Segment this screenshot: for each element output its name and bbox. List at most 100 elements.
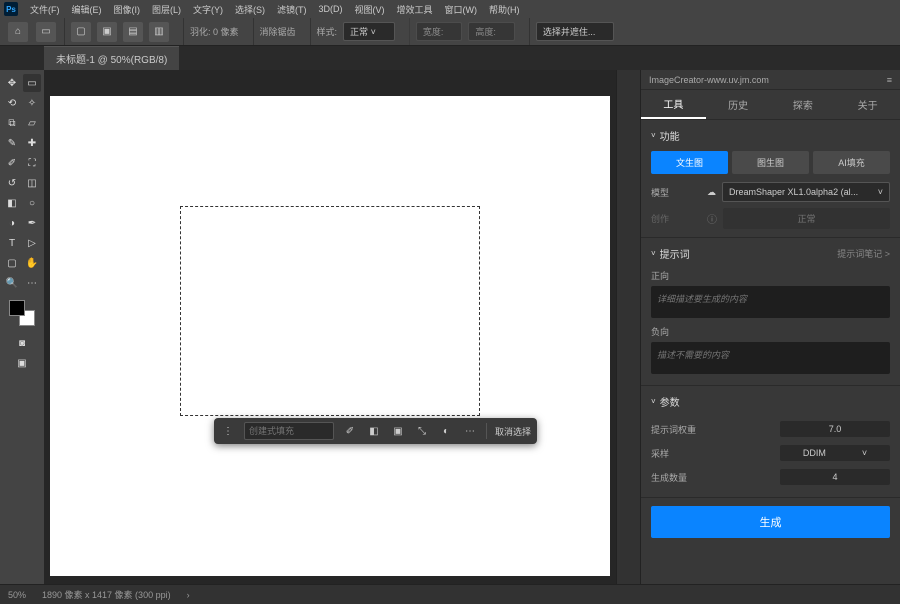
adjust-icon[interactable]: ◧ [366,423,382,439]
home-icon[interactable]: ⌂ [8,22,28,42]
menu-type[interactable]: 文字(Y) [193,3,223,16]
eraser-icon[interactable]: ◫ [23,174,41,192]
app-icon: Ps [4,2,18,16]
invert-icon[interactable]: ◐ [438,423,454,439]
stamp-icon[interactable]: ⛶ [23,154,41,172]
history-icon[interactable]: ↺ [3,174,21,192]
brush-icon[interactable]: ✐ [3,154,21,172]
sel-new-icon[interactable]: ▢ [71,22,91,42]
count-value[interactable]: 4 [780,469,890,485]
tab-tools[interactable]: 工具 [641,90,706,119]
style-select[interactable]: 正常 ˅ [343,22,395,41]
menu-view[interactable]: 视图(V) [355,3,385,16]
menu-filter[interactable]: 滤镜(T) [277,3,307,16]
move-tool-icon[interactable]: ✥ [3,74,21,92]
mode-txt2img[interactable]: 文生图 [651,151,728,174]
document-tabs: 未标题-1 @ 50%(RGB/8) [0,46,900,70]
panel-title: ImageCreator-www.uv.jm.com [649,75,769,85]
select-mask-button[interactable]: 选择并遮住... [536,22,615,41]
sel-int-icon[interactable]: ▥ [149,22,169,42]
menu-select[interactable]: 选择(S) [235,3,265,16]
menubar: Ps 文件(F) 编辑(E) 图像(I) 图层(L) 文字(Y) 选择(S) 滤… [0,0,900,18]
fill-icon[interactable]: ▣ [390,423,406,439]
status-bar: 50% 1890 像素 x 1417 像素 (300 ppi) › [0,584,900,604]
more-icon[interactable]: ⋯ [462,423,478,439]
gradient-icon[interactable]: ◧ [3,194,21,212]
wand-icon[interactable]: ✧ [23,94,41,112]
menu-help[interactable]: 帮助(H) [489,3,520,16]
panel-menu-icon[interactable]: ≡ [887,75,892,85]
tools-panel: ✥▭ ⟲✧ ⧉▱ ✎✚ ✐⛶ ↺◫ ◧○ ◑✒ T▷ ▢✋ 🔍⋯ ◙ ▣ [0,70,44,584]
zoom-icon[interactable]: 🔍 [3,274,21,292]
cfg-label: 提示词权重 [651,423,696,436]
marquee-tool-icon[interactable]: ▭ [36,22,56,42]
negative-prompt[interactable] [651,342,890,374]
lasso-icon[interactable]: ⟲ [3,94,21,112]
color-swatches[interactable] [9,300,35,326]
pen-icon[interactable]: ✒ [23,214,41,232]
menu-edit[interactable]: 编辑(E) [72,3,102,16]
prompt-notes-link[interactable]: 提示词笔记 > [837,247,890,260]
negative-label: 负向 [651,325,890,338]
frame-icon[interactable]: ▱ [23,114,41,132]
zoom-level[interactable]: 50% [8,590,26,600]
shape-icon[interactable]: ▢ [3,254,21,272]
model-select[interactable]: DreamShaper XL1.0alpha2 (al...˅ [722,182,890,202]
info-icon: ⓘ [707,211,717,226]
marquee-icon[interactable]: ▭ [23,74,41,92]
hand-icon[interactable]: ✋ [23,254,41,272]
type-icon[interactable]: T [3,234,21,252]
collapsed-panels[interactable] [616,70,640,584]
quickmask-icon[interactable]: ◙ [13,334,31,352]
positive-label: 正向 [651,269,890,282]
sel-add-icon[interactable]: ▣ [97,22,117,42]
grip-icon[interactable]: ⋮ [220,423,236,439]
sampler-select[interactable]: DDIM˅ [780,445,890,461]
create-label: 创作 [651,212,701,225]
canvas[interactable] [50,96,610,576]
positive-prompt[interactable] [651,286,890,318]
screenmode-icon[interactable]: ▣ [13,354,31,372]
menu-window[interactable]: 窗口(W) [445,3,478,16]
count-label: 生成数量 [651,471,687,484]
options-bar: ⌂ ▭ ▢ ▣ ▤ ▥ 羽化: 0 像素 消除锯齿 样式: 正常 ˅ 宽度: 高… [0,18,900,46]
chevron-icon[interactable]: › [187,590,190,600]
tab-explore[interactable]: 探索 [771,91,836,118]
imagecreator-panel: ImageCreator-www.uv.jm.com ≡ 工具 历史 探索 关于… [640,70,900,584]
deselect-button[interactable]: 取消选择 [495,425,531,438]
menu-3d[interactable]: 3D(D) [319,4,343,14]
canvas-area[interactable]: ⋮ ✐ ◧ ▣ ⤡ ◐ ⋯ 取消选择 [44,70,616,584]
chevron-down-icon[interactable]: ˅ [651,397,656,406]
mode-inpaint[interactable]: AI填充 [813,151,890,174]
mode-img2img[interactable]: 图生图 [732,151,809,174]
sampler-label: 采样 [651,447,669,460]
tab-about[interactable]: 关于 [835,91,900,118]
cloud-icon: ☁ [707,187,716,198]
chevron-down-icon[interactable]: ˅ [651,249,656,258]
chevron-down-icon[interactable]: ˅ [651,131,656,140]
dodge-icon[interactable]: ◑ [3,214,21,232]
path-icon[interactable]: ▷ [23,234,41,252]
transform-icon[interactable]: ⤡ [414,423,430,439]
style-label: 样式: [317,25,338,38]
document-tab[interactable]: 未标题-1 @ 50%(RGB/8) [44,46,179,70]
crop-icon[interactable]: ⧉ [3,114,21,132]
menu-plugins[interactable]: 增效工具 [397,3,433,16]
menu-image[interactable]: 图像(I) [114,3,141,16]
create-mode: 正常 [723,208,890,229]
brush-icon[interactable]: ✐ [342,423,358,439]
menu-layer[interactable]: 图层(L) [152,3,181,16]
section-params: 参数 [660,394,680,409]
section-prompt: 提示词 [660,246,690,261]
generate-button[interactable]: 生成 [651,506,890,538]
menu-file[interactable]: 文件(F) [30,3,60,16]
eyedrop-icon[interactable]: ✎ [3,134,21,152]
heal-icon[interactable]: ✚ [23,134,41,152]
more-icon[interactable]: ⋯ [23,274,41,292]
sel-sub-icon[interactable]: ▤ [123,22,143,42]
tab-history[interactable]: 历史 [706,91,771,118]
blur-icon[interactable]: ○ [23,194,41,212]
cfg-value[interactable]: 7.0 [780,421,890,437]
doc-dimensions: 1890 像素 x 1417 像素 (300 ppi) [42,588,171,601]
prompt-input[interactable] [244,422,334,440]
